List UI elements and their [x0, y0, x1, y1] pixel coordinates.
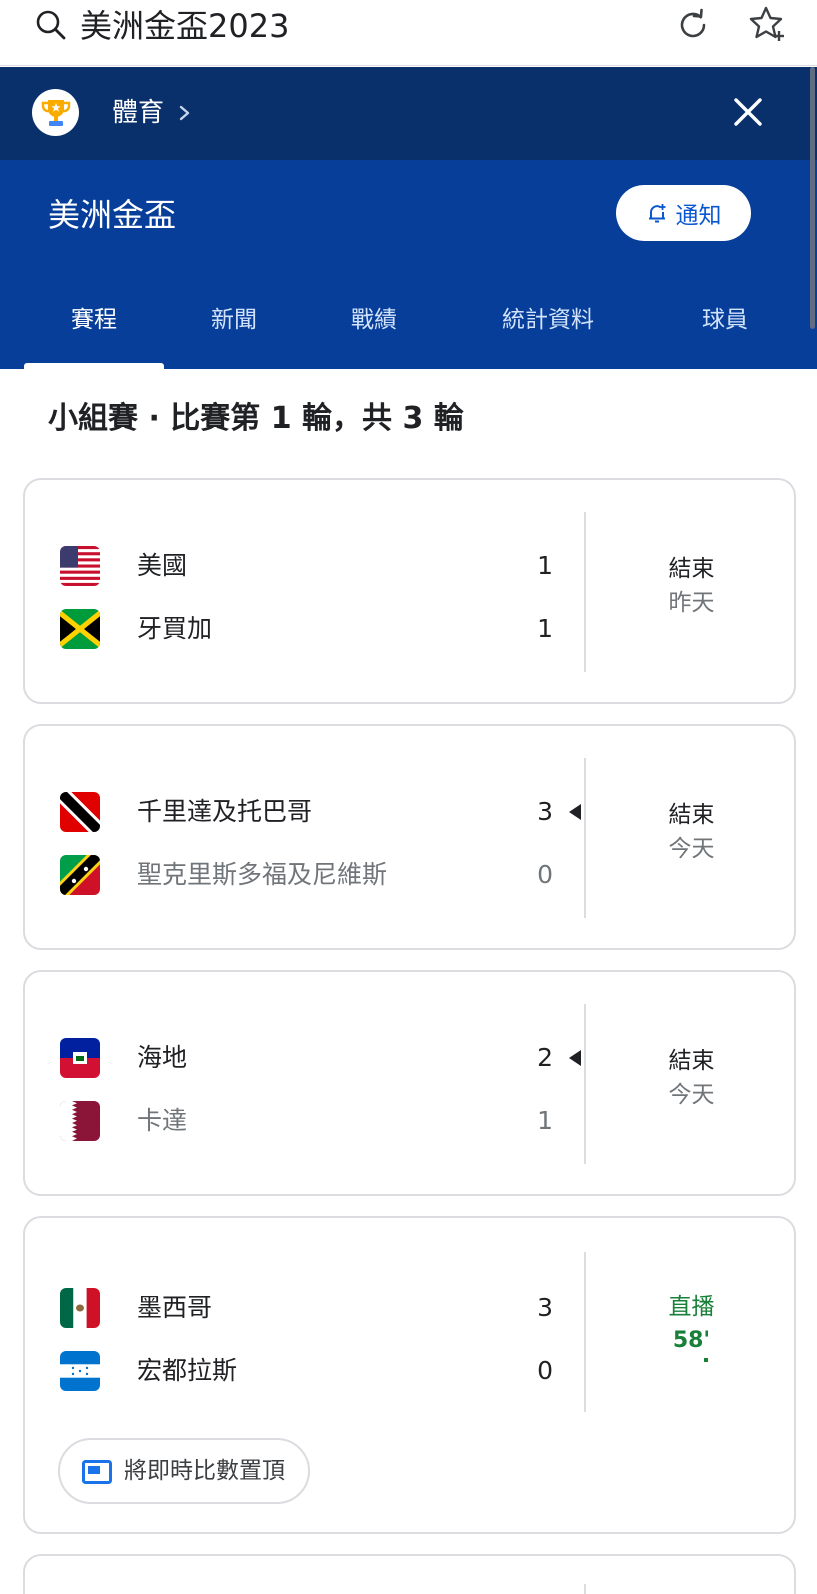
trophy-icon: [32, 89, 79, 136]
team-name: 墨西哥: [137, 1293, 213, 1322]
team-row-away: 牙買加 1: [25, 605, 585, 653]
search-icon[interactable]: [34, 8, 68, 42]
match-status: 結束 昨天: [585, 552, 798, 620]
team-name: 海地: [137, 1043, 188, 1072]
team-score: 0: [537, 1356, 553, 1385]
scrollbar[interactable]: [810, 67, 815, 329]
qatar-flag: [60, 1101, 100, 1141]
team-score: 1: [537, 1106, 553, 1135]
mexico-flag: [60, 1288, 100, 1328]
team-name: 卡達: [137, 1106, 188, 1135]
competition-header: 美洲金盃 通知 賽程 新聞 戰績 統計資料 球員: [0, 160, 817, 369]
pin-label: 將即時比數置頂: [124, 1458, 285, 1484]
status-label: 結束: [668, 556, 715, 582]
pin-live-score-button[interactable]: 將即時比數置頂: [58, 1438, 310, 1504]
team-row-away: 卡達 1: [25, 1097, 585, 1145]
chevron-right-icon: [179, 105, 190, 121]
trinidad-tobago-flag: [60, 792, 100, 832]
tab-bar: 賽程 新聞 戰績 統計資料 球員: [0, 290, 817, 369]
refresh-icon[interactable]: [674, 6, 712, 44]
team-score: 2: [537, 1043, 553, 1072]
round-heading: 小組賽 · 比賽第 1 輪，共 3 輪: [48, 401, 464, 436]
bell-add-icon: [648, 204, 665, 223]
match-card[interactable]: [23, 1554, 796, 1594]
sports-topbar: 體育: [0, 67, 817, 160]
team-row-home: 海地 2: [25, 1034, 585, 1082]
star-add-icon[interactable]: [748, 4, 788, 44]
tab-schedule[interactable]: 賽程: [24, 290, 164, 369]
card-divider: [584, 1584, 586, 1594]
tab-news[interactable]: 新聞: [164, 290, 304, 369]
close-icon[interactable]: [728, 92, 768, 132]
status-label: 結束: [668, 1048, 715, 1074]
live-label: 直播: [668, 1294, 715, 1320]
winner-indicator: [569, 804, 581, 820]
notify-button[interactable]: 通知: [616, 185, 751, 241]
match-time: 今天: [668, 1082, 715, 1108]
live-blink-dot: [703, 1358, 708, 1362]
active-tab-indicator: [24, 363, 164, 369]
pin-to-screen-icon: [82, 1460, 112, 1484]
team-name: 聖克里斯多福及尼維斯: [137, 860, 388, 889]
match-status-live: 直播 58': [585, 1290, 798, 1362]
jamaica-flag: [60, 609, 100, 649]
match-card[interactable]: 千里達及托巴哥 3 聖克里斯多福及尼維斯 0 結束 今天: [23, 724, 796, 950]
breadcrumb-sports[interactable]: 體育: [112, 93, 164, 133]
team-score: 1: [537, 614, 553, 643]
match-time: 昨天: [668, 590, 715, 616]
search-query[interactable]: 美洲金盃2023: [80, 4, 289, 48]
team-score: 3: [537, 1293, 553, 1322]
honduras-flag: [60, 1351, 100, 1391]
match-card[interactable]: 美國 1 牙買加 1 結束 昨天: [23, 478, 796, 704]
team-name: 牙買加: [137, 614, 213, 643]
match-time: 今天: [668, 836, 715, 862]
status-label: 結束: [668, 802, 715, 828]
notify-label: 通知: [675, 203, 722, 229]
match-card-live[interactable]: 墨西哥 3 宏都拉斯 0 直播 58' 將即時比數置頂: [23, 1216, 796, 1534]
team-score: 1: [537, 551, 553, 580]
team-row-home: 千里達及托巴哥 3: [25, 788, 585, 836]
tab-players[interactable]: 球員: [655, 290, 795, 369]
match-status: 結束 今天: [585, 1044, 798, 1112]
saint-kitts-nevis-flag: [60, 855, 100, 895]
tab-stats[interactable]: 統計資料: [458, 290, 638, 369]
team-row-away: 聖克里斯多福及尼維斯 0: [25, 851, 585, 899]
haiti-flag: [60, 1038, 100, 1078]
team-row-home: 美國 1: [25, 542, 585, 590]
tab-standings[interactable]: 戰績: [304, 290, 444, 369]
team-row-away: 宏都拉斯 0: [25, 1347, 585, 1395]
team-score: 0: [537, 860, 553, 889]
competition-title: 美洲金盃: [48, 196, 177, 234]
team-name: 千里達及托巴哥: [137, 797, 313, 826]
usa-flag: [60, 546, 100, 586]
team-name: 宏都拉斯: [137, 1356, 238, 1385]
search-bar[interactable]: 美洲金盃2023: [0, 0, 817, 66]
team-name: 美國: [137, 551, 188, 580]
match-minute: 58': [672, 1328, 711, 1353]
winner-indicator: [569, 1050, 581, 1066]
team-row-home: 墨西哥 3: [25, 1284, 585, 1332]
match-card[interactable]: 海地 2 卡達 1 結束 今天: [23, 970, 796, 1196]
team-score: 3: [537, 797, 553, 826]
match-status: 結束 今天: [585, 798, 798, 866]
